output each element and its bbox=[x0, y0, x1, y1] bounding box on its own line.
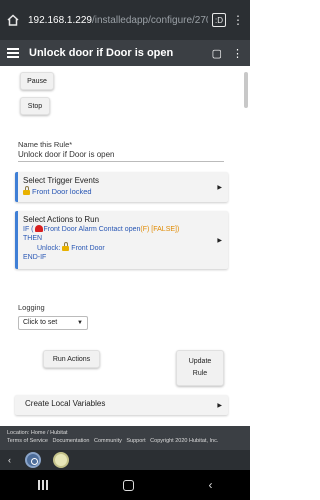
lock-icon bbox=[62, 241, 70, 251]
page-footer: Location: Home / Hubitat Terms of Servic… bbox=[0, 426, 250, 450]
browser-bottom-toolbar: ‹ bbox=[0, 450, 250, 470]
actions-if-line: IF ( Front Door Alarm Contact open(F) [FA… bbox=[23, 224, 223, 235]
condition-result: (F) bbox=[140, 225, 150, 233]
system-navigation-bar: ‹ bbox=[0, 470, 250, 500]
emoji-icon[interactable] bbox=[53, 452, 69, 468]
caret-right-icon: ▶ bbox=[217, 238, 222, 244]
trigger-events-panel[interactable]: Select Trigger Events Front Door locked … bbox=[15, 172, 228, 202]
run-actions-button[interactable]: Run Actions bbox=[43, 350, 100, 368]
pause-button[interactable]: Pause bbox=[20, 72, 54, 90]
logging-select-value: Click to set bbox=[23, 319, 58, 326]
rule-name-input[interactable]: Unlock door if Door is open bbox=[18, 150, 224, 162]
caret-right-icon: ▶ bbox=[217, 185, 222, 191]
footer-link-documentation[interactable]: Documentation bbox=[53, 438, 90, 444]
condition-text: Front Door Alarm Contact open bbox=[43, 225, 141, 233]
then-keyword: THEN bbox=[23, 235, 43, 242]
footer-link-support[interactable]: Support bbox=[126, 438, 145, 444]
page-title: Unlock door if Door is open bbox=[29, 47, 174, 59]
chevron-down-icon: ▼ bbox=[77, 320, 83, 326]
footer-link-community[interactable]: Community bbox=[94, 438, 122, 444]
end-if-keyword: END-IF bbox=[23, 254, 47, 261]
unlock-label: Unlock: bbox=[37, 244, 61, 252]
false-tag: [FALSE]) bbox=[151, 225, 180, 233]
url-host: 192.168.1.229 bbox=[28, 14, 92, 26]
unlock-target: Front Door bbox=[71, 244, 105, 252]
if-keyword: IF ( bbox=[23, 225, 34, 233]
url-field[interactable]: 192.168.1.229/installedapp/configure/270… bbox=[28, 15, 208, 26]
logging-label: Logging bbox=[18, 303, 45, 312]
home-icon[interactable] bbox=[6, 13, 20, 27]
home-button-icon[interactable] bbox=[122, 479, 134, 491]
trigger-panel-title: Select Trigger Events bbox=[23, 176, 100, 185]
alarm-icon bbox=[34, 224, 43, 232]
message-icon[interactable]: ▢ bbox=[212, 47, 222, 60]
actions-panel[interactable]: Select Actions to Run IF ( Front Door Ala… bbox=[15, 211, 228, 269]
footer-copyright: Copyright 2020 Hubitat, Inc. bbox=[150, 438, 219, 444]
stop-button[interactable]: Stop bbox=[20, 97, 50, 115]
url-path: /installedapp/configure/2704 bbox=[91, 14, 208, 26]
hamburger-menu-icon[interactable] bbox=[7, 48, 19, 58]
local-variables-panel[interactable]: Create Local Variables ▶ bbox=[15, 395, 228, 415]
caret-right-icon: ▶ bbox=[217, 403, 222, 409]
local-variables-title: Create Local Variables bbox=[25, 399, 106, 408]
tab-switcher-button[interactable]: :D bbox=[212, 13, 226, 27]
back-icon[interactable]: ‹ bbox=[209, 478, 213, 492]
rule-name-label: Name this Rule* bbox=[18, 140, 73, 149]
footer-links: Terms of Service Documentation Community… bbox=[7, 437, 243, 445]
footer-location: Location: Home / Hubitat bbox=[7, 430, 68, 436]
unlock-action: Unlock: Front Door bbox=[23, 241, 223, 254]
chevron-left-icon[interactable]: ‹ bbox=[8, 455, 11, 465]
trigger-item: Front Door locked bbox=[23, 186, 223, 196]
app-header: Unlock door if Door is open ▢ ⋮ bbox=[0, 40, 250, 66]
scrollbar[interactable] bbox=[244, 72, 248, 108]
footer-link-terms[interactable]: Terms of Service bbox=[7, 438, 48, 444]
more-menu-icon[interactable]: ⋮ bbox=[232, 47, 243, 60]
browser-menu-icon[interactable]: ⋮ bbox=[232, 14, 244, 26]
extension-icon[interactable] bbox=[25, 452, 41, 468]
recent-apps-icon[interactable] bbox=[37, 480, 48, 490]
actions-panel-title: Select Actions to Run bbox=[23, 215, 100, 224]
browser-url-bar: 192.168.1.229/installedapp/configure/270… bbox=[0, 0, 250, 40]
update-rule-button[interactable]: Update Rule bbox=[176, 350, 224, 386]
logging-select[interactable]: Click to set ▼ bbox=[18, 316, 88, 330]
trigger-item-text: Front Door locked bbox=[32, 187, 92, 196]
lock-icon bbox=[23, 186, 30, 195]
